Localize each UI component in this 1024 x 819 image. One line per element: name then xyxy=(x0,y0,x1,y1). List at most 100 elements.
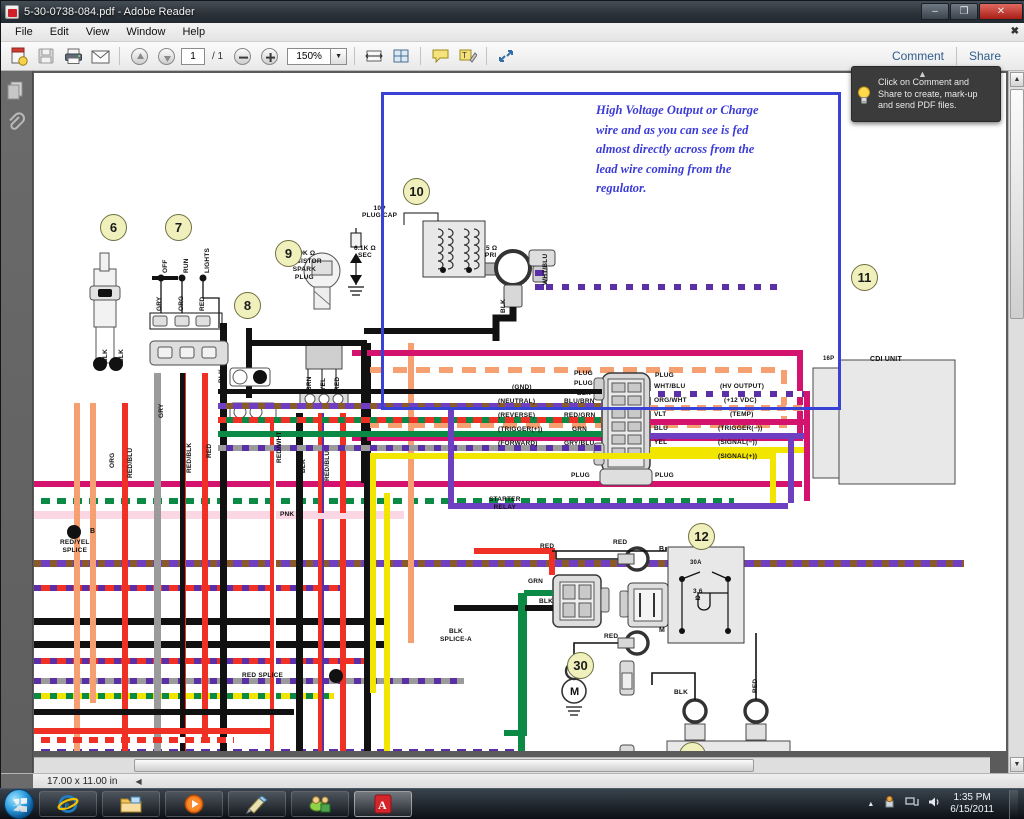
wire-label-yel: YEL xyxy=(320,377,327,391)
zoom-in-button[interactable] xyxy=(257,45,281,68)
signal-label-signal-pos: (SIGNAL(+)) xyxy=(718,453,758,460)
wire-label-red-relay: RED xyxy=(540,543,555,550)
next-page-button[interactable] xyxy=(154,45,178,68)
callout-7: 7 xyxy=(165,214,192,241)
menu-help[interactable]: Help xyxy=(174,24,213,40)
minimize-button[interactable]: – xyxy=(921,3,949,20)
pin-label-forward: (FORWARD) xyxy=(498,440,538,447)
clock[interactable]: 1:35 PM 6/15/2011 xyxy=(950,792,994,816)
horizontal-scroll-thumb[interactable] xyxy=(134,759,754,772)
clock-date: 6/15/2011 xyxy=(950,804,994,815)
wire-label-red-battery: RED xyxy=(752,678,759,693)
starter-relay-label: STARTER RELAY xyxy=(489,496,521,511)
switch-wire-org: ORG xyxy=(178,295,185,311)
comment-icon[interactable] xyxy=(428,45,452,68)
wire-label-red-2: RED xyxy=(334,376,341,391)
relay-terminal-m-label: M xyxy=(659,627,666,634)
taskbar-messenger[interactable] xyxy=(291,791,349,817)
wire-label-red-relay3: RED xyxy=(604,633,619,640)
menu-edit[interactable]: Edit xyxy=(42,24,77,40)
vertical-scroll-thumb[interactable] xyxy=(1010,89,1024,319)
cdi-unit-label: CDI UNIT xyxy=(870,356,902,363)
show-desktop-button[interactable] xyxy=(1009,789,1018,819)
red-yel-splice-dot xyxy=(67,525,81,539)
callout-8: 8 xyxy=(234,292,261,319)
pages-thumbnail-icon[interactable] xyxy=(5,79,29,103)
coil-secondary-label: 6.1K Ω SEC xyxy=(354,245,376,259)
callout-11: 11 xyxy=(851,264,878,291)
create-pdf-icon[interactable] xyxy=(7,45,31,68)
toolbar-separator-5 xyxy=(955,47,957,65)
taskbar-adobe-reader[interactable]: A xyxy=(354,791,412,817)
wire-label-pnk: PNK xyxy=(280,511,295,518)
wire-label-blk-relay: BLK xyxy=(539,598,553,605)
zoom-out-button[interactable] xyxy=(230,45,254,68)
window-controls: – ❐ ✕ xyxy=(921,3,1023,20)
menu-file[interactable]: File xyxy=(7,24,41,40)
windows-start-orb[interactable] xyxy=(4,789,34,819)
vertical-scrollbar[interactable]: ▲ ▼ xyxy=(1008,71,1024,773)
toolbar-separator-3 xyxy=(420,47,422,65)
share-button[interactable]: Share xyxy=(959,47,1011,65)
page-size-label: 17.00 x 11.00 in xyxy=(47,776,118,787)
tooltip-caret-icon: ▲ xyxy=(918,69,927,79)
svg-text:A: A xyxy=(378,798,387,812)
zoom-level-input[interactable]: 150% xyxy=(287,47,332,65)
menu-view[interactable]: View xyxy=(78,24,118,40)
annotation-text: High Voltage Output or Charge wire and a… xyxy=(596,103,759,195)
wire-label-redblk: RED/BLK xyxy=(186,442,193,473)
horizontal-scrollbar[interactable] xyxy=(34,757,990,773)
toolbar-right-group: Comment Share xyxy=(882,47,1019,65)
wire-label-redwht: RED/WHT xyxy=(276,431,283,463)
wire-label-vlt: VLT xyxy=(654,411,667,418)
taskbar-explorer[interactable] xyxy=(102,791,160,817)
volume-icon[interactable] xyxy=(928,795,941,813)
relay-terminal-b-label: B xyxy=(659,546,665,553)
zoom-dropdown-icon[interactable]: ▼ xyxy=(331,47,348,65)
wire-label-blk-battery: BLK xyxy=(674,689,688,696)
wire-label-redblu-2: RED/BLU xyxy=(324,450,331,481)
wire-label-blk-1: BLK xyxy=(102,349,109,363)
pdf-icon xyxy=(5,5,19,19)
wire-label-brn: BRN xyxy=(306,376,313,391)
markup-text-icon[interactable]: T xyxy=(455,45,479,68)
close-document-icon[interactable]: ✖ xyxy=(1011,26,1019,37)
print-icon[interactable] xyxy=(61,45,85,68)
signal-label-signal-neg: (SIGNAL(−)) xyxy=(718,439,758,446)
previous-page-button[interactable] xyxy=(127,45,151,68)
pin-label-trigger-pos: (TRIGGER(+)) xyxy=(498,426,543,433)
maximize-button[interactable]: ❐ xyxy=(950,3,978,20)
wire-label-red-grn: RED/GRN xyxy=(564,412,596,419)
clock-time: 1:35 PM xyxy=(953,792,991,803)
paperclip-icon[interactable] xyxy=(5,111,29,135)
network-icon[interactable] xyxy=(905,795,919,813)
page-number-input[interactable]: 1 xyxy=(181,47,205,65)
page-total-label: / 1 xyxy=(212,50,224,62)
save-icon[interactable] xyxy=(34,45,58,68)
close-button[interactable]: ✕ xyxy=(979,3,1023,20)
taskbar: e A ▲ 1:35 PM 6/15/2011 xyxy=(0,788,1024,819)
wire-label-blk-2: BLK xyxy=(118,349,125,363)
switch-position-run: RUN xyxy=(183,258,190,273)
taskbar-paint[interactable] xyxy=(228,791,286,817)
callout-9: 9 xyxy=(275,240,302,267)
component-13-battery xyxy=(651,633,791,751)
scroll-down-button[interactable]: ▼ xyxy=(1010,757,1024,772)
fullscreen-icon[interactable] xyxy=(494,45,518,68)
menu-window[interactable]: Window xyxy=(118,24,173,40)
email-icon[interactable] xyxy=(88,45,112,68)
wire-label-yel: YEL xyxy=(654,439,668,446)
comment-button[interactable]: Comment xyxy=(882,47,954,65)
taskbar-internet-explorer[interactable]: e xyxy=(39,791,97,817)
tray-expand-icon[interactable]: ▲ xyxy=(867,801,874,808)
fit-width-icon[interactable] xyxy=(362,45,386,68)
switch-position-lights: LIGHTS xyxy=(204,247,211,273)
scroll-up-button[interactable]: ▲ xyxy=(1010,72,1024,87)
comment-share-tooltip: ▲ Click on Comment and Share to create, … xyxy=(851,66,1001,122)
fit-page-icon[interactable] xyxy=(389,45,413,68)
safely-remove-icon[interactable] xyxy=(883,795,896,813)
taskbar-media-player[interactable] xyxy=(165,791,223,817)
expand-panel-icon[interactable]: ◀ xyxy=(135,777,141,786)
wire-label-blu: BLU xyxy=(654,425,668,432)
wire-label-grn: GRN xyxy=(572,426,588,433)
